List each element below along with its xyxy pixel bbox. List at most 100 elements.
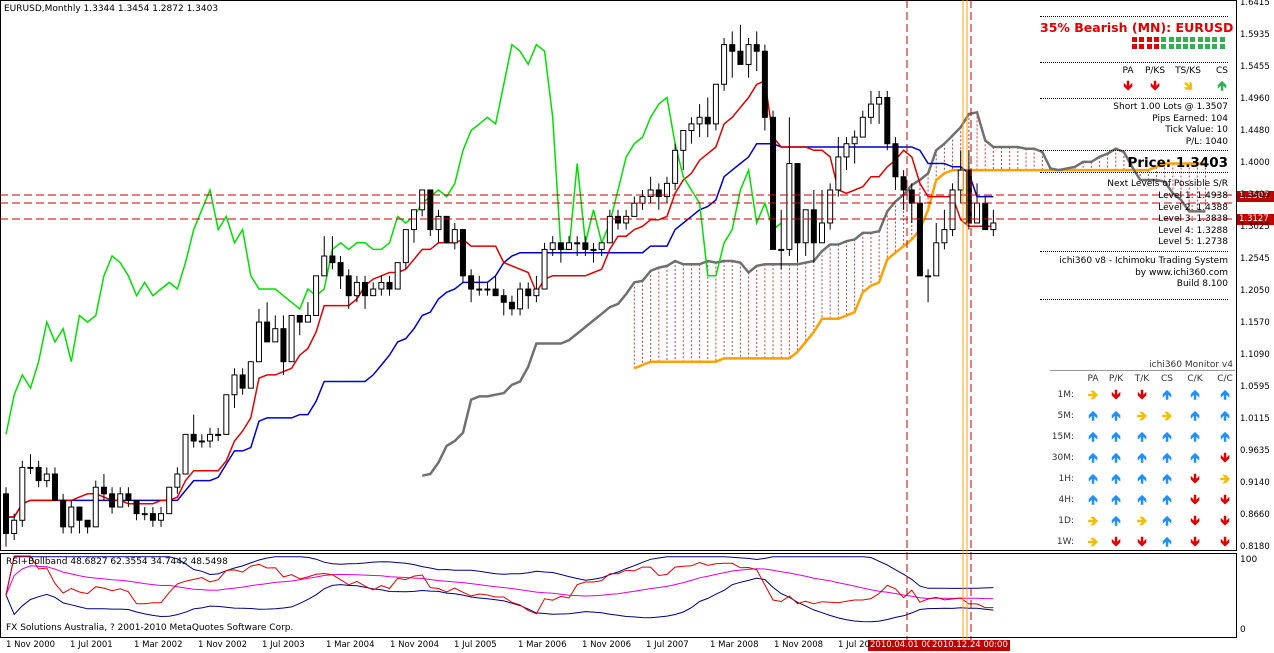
bear-candle: [729, 44, 736, 52]
chikou-span-line: [5, 43, 782, 435]
bullish-square: [1197, 37, 1203, 42]
monitor-header: C/C: [1217, 374, 1233, 384]
bear-candle: [468, 275, 475, 290]
arrow-right-icon: 🡺: [1136, 514, 1148, 529]
price-tick-label: 1.5935: [1240, 30, 1270, 40]
date-marker-2: 2010.12.24 00:00: [930, 640, 1010, 651]
arrow-up-icon: 🡹: [1162, 388, 1172, 403]
price-tick-label: 1.3025: [1240, 222, 1270, 232]
arrow-down-icon: 🡻: [1137, 535, 1147, 550]
system-info-line: Build 8.100: [1176, 279, 1228, 289]
bull-candle: [378, 281, 385, 290]
bear-candle: [3, 493, 9, 534]
arrow-down-icon: 🡻: [1137, 388, 1147, 403]
bull-candle: [786, 163, 793, 250]
bear-candle: [704, 116, 711, 125]
bull-candle: [721, 44, 728, 85]
bearish-square: [1146, 44, 1152, 49]
monitor-header: CS: [1161, 374, 1173, 384]
signal-header: CS: [1216, 66, 1228, 76]
current-price-label: Price: 1.3403: [1127, 155, 1228, 171]
arrow-right-icon: 🡺: [1087, 388, 1099, 403]
bull-candle: [117, 493, 124, 508]
bear-candle: [100, 486, 107, 495]
bearish-square: [1132, 37, 1137, 42]
copyright-text: FX Solutions Australia, ? 2001-2010 Meta…: [6, 623, 294, 633]
bearish-square: [1146, 37, 1152, 42]
bull-candle: [476, 288, 483, 291]
bull-candle: [696, 116, 703, 125]
bull-candle: [304, 314, 311, 323]
arrow-up-icon: 🡹: [1111, 514, 1121, 529]
bollinger-mid-line: [5, 565, 994, 600]
price-tick-label: 1.1090: [1240, 350, 1270, 360]
date-tick-label: 1 Jul 2003: [262, 640, 305, 650]
sr-level-line: Level 4: 1.3288: [1158, 225, 1228, 236]
system-info-line: by www.ichi360.com: [1135, 267, 1228, 278]
bull-candle: [411, 209, 417, 231]
bull-candle: [353, 281, 360, 297]
arrow-right-icon: 🡺: [1161, 409, 1173, 424]
bearish-square: [1153, 37, 1159, 42]
bull-candle: [435, 215, 442, 231]
bull-candle: [166, 486, 173, 515]
monitor-row-label: 1D:: [1058, 516, 1074, 526]
price-tick-label: 1.4480: [1240, 126, 1270, 136]
bear-candle: [109, 493, 116, 508]
bull-candle: [680, 130, 687, 151]
bull-candle: [802, 209, 809, 244]
bullish-square: [1212, 44, 1218, 49]
bear-candle: [459, 229, 466, 277]
bear-candle: [296, 314, 303, 323]
bull-candle: [272, 328, 279, 343]
arrow-up-icon: 🡹: [1137, 472, 1147, 487]
date-tick-label: 1 Nov 2002: [198, 640, 248, 650]
bull-candle: [533, 288, 540, 297]
bearish-square: [1153, 44, 1159, 49]
bull-candle: [859, 116, 866, 138]
arrow-down-icon: 🡻: [1190, 493, 1200, 508]
bull-candle: [712, 83, 719, 125]
bullish-square: [1175, 44, 1181, 49]
trade-info-line: P/L: 1040: [1185, 136, 1228, 147]
arrow-up-icon: 🡹: [1162, 493, 1172, 508]
date-tick-label: 1 Jul 2007: [646, 640, 689, 650]
bear-candle: [60, 499, 67, 528]
price-tick-label: 1.0115: [1240, 414, 1270, 424]
arrow-down-icon: 🡻: [1150, 79, 1160, 94]
bullish-square: [1205, 44, 1210, 49]
price-tick-label: 1.4000: [1240, 158, 1270, 168]
arrow-up-icon: 🡹: [1217, 79, 1227, 94]
bear-candle: [84, 519, 91, 528]
bull-candle: [647, 189, 654, 198]
sr-level-line: Level 5: 1.2738: [1158, 237, 1228, 247]
monitor-row-label: 30M:: [1051, 453, 1074, 463]
arrow-up-icon: 🡹: [1088, 493, 1098, 508]
sr-level-line: Level 2: 1.4388: [1158, 202, 1228, 213]
price-tick-label: 0.8180: [1240, 542, 1270, 552]
bear-candle: [655, 189, 662, 198]
bull-candle: [92, 486, 99, 528]
bull-candle: [27, 466, 34, 469]
date-tick-label: 1 Mar 2004: [326, 640, 375, 650]
bear-candle: [900, 176, 907, 191]
bullish-square: [1183, 37, 1189, 42]
bull-candle: [231, 374, 238, 396]
bullish-square: [1190, 37, 1196, 42]
price-tick-label: 1.5455: [1240, 62, 1270, 72]
price-tick-label: 1.0595: [1240, 382, 1270, 392]
bearish-square: [1139, 37, 1145, 42]
bear-candle: [149, 513, 156, 521]
bearish-square: [1132, 44, 1137, 49]
bull-candle: [419, 189, 426, 211]
bear-candle: [810, 209, 817, 244]
bull-candle: [606, 215, 613, 244]
bear-candle: [525, 288, 532, 297]
arrow-down-icon: 🡻: [1190, 514, 1200, 529]
bull-candle: [778, 248, 785, 251]
bull-candle: [549, 242, 556, 250]
bull-candle: [688, 123, 695, 132]
bear-candle: [500, 295, 507, 303]
arrow-up-icon: 🡹: [1111, 430, 1121, 445]
arrow-up-icon: 🡹: [1137, 493, 1147, 508]
